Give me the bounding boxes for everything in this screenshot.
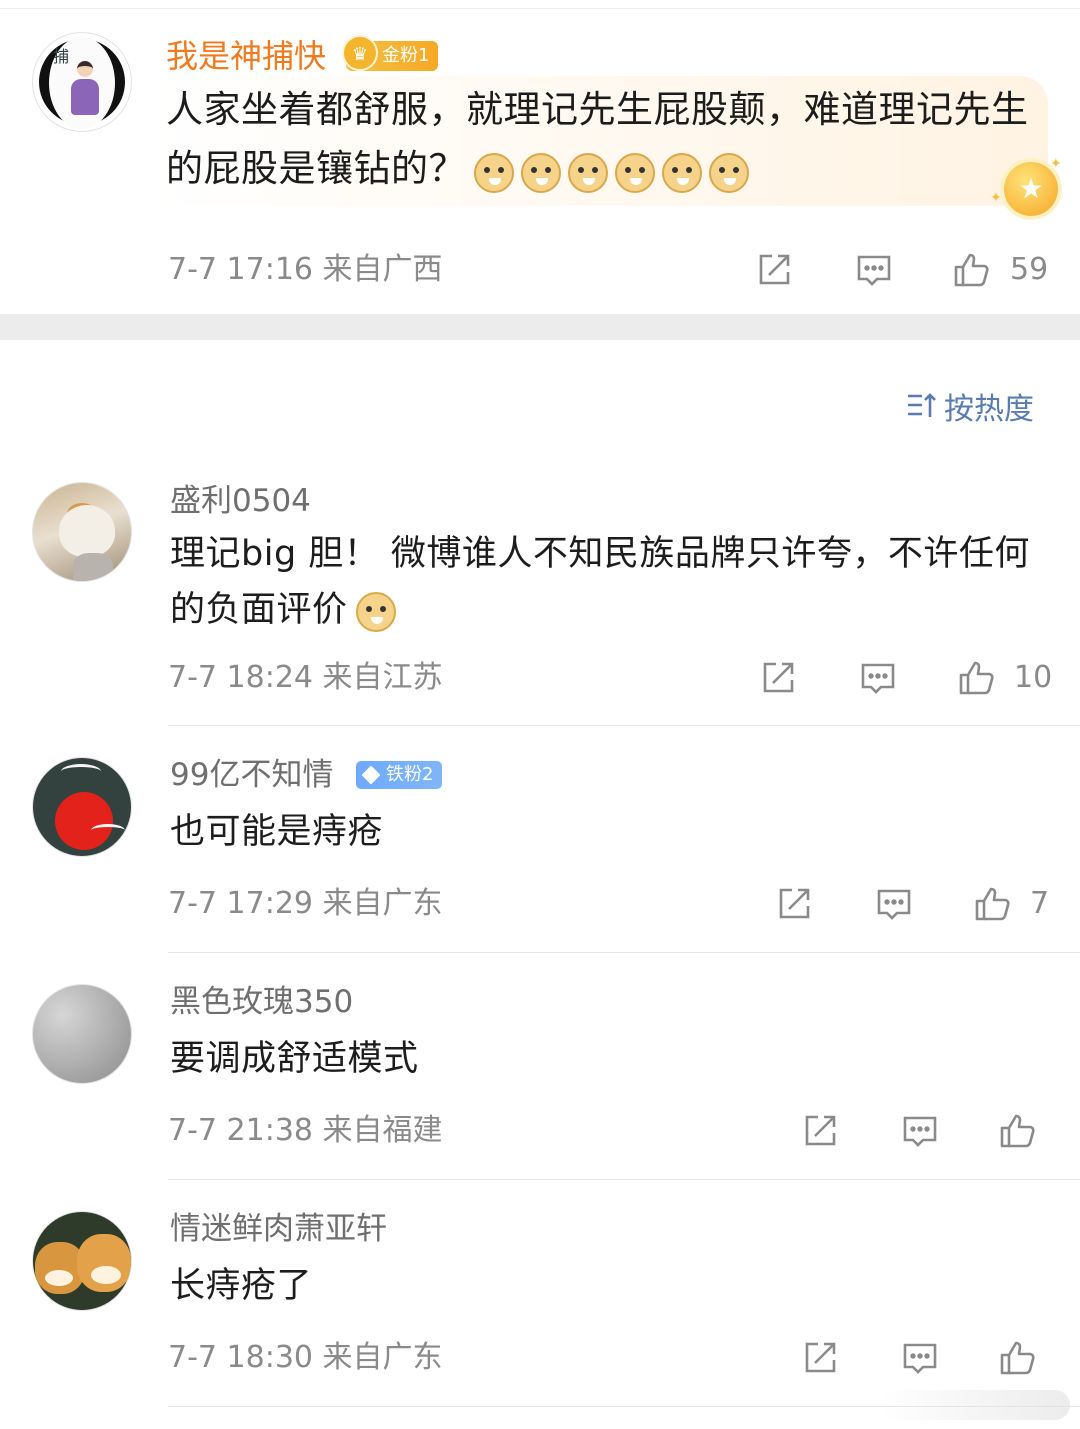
sparkle-icon: ✦ — [990, 190, 1002, 206]
doge-emoji-group — [355, 583, 403, 639]
comment-divider — [168, 1179, 1080, 1180]
watermark-fade — [880, 1390, 1070, 1420]
doge-emoji-icon — [355, 592, 396, 632]
comment-meta: 7-7 18:24 来自江苏 — [168, 658, 443, 698]
like-count: 7 — [1030, 886, 1050, 921]
like-icon[interactable] — [998, 1338, 1038, 1378]
diamond-icon — [361, 765, 381, 785]
comment-meta: 7-7 21:38 来自福建 — [168, 1111, 443, 1151]
comment-divider — [168, 725, 1080, 726]
comment-location: 来自江苏 — [322, 660, 443, 695]
share-icon[interactable] — [800, 1111, 840, 1151]
comment-text: 理记big 胆！ 微博谁人不知民族品牌只许夸，不许任何的负面评价 — [170, 526, 1040, 639]
comment-text: 人家坐着都舒服，就理记先生屁股颠，难道理记先生的屁股是镶钻的？ — [166, 80, 1046, 200]
fan-badge-label: 金粉1 — [382, 45, 430, 66]
avatar[interactable] — [32, 984, 132, 1084]
username[interactable]: 我是神捕快 — [166, 36, 326, 76]
username[interactable]: 黑色玫瑰350 — [170, 982, 353, 1022]
like-count: 59 — [1010, 252, 1049, 287]
comment-location: 来自广东 — [322, 1340, 443, 1375]
sort-button[interactable]: 按热度 — [906, 390, 1034, 431]
comment-time: 7-7 18:30 — [168, 1340, 313, 1375]
like-icon[interactable] — [973, 884, 1013, 924]
comment-location: 来自福建 — [322, 1113, 443, 1148]
doge-emoji-icon — [709, 152, 749, 193]
share-icon[interactable] — [774, 884, 814, 924]
fan-badge[interactable]: ♛ 金粉1 — [342, 35, 438, 71]
doge-emoji-group — [474, 141, 756, 200]
sort-label: 按热度 — [944, 392, 1034, 427]
comment-text: 也可能是痔疮 — [170, 812, 384, 852]
comment-time: 7-7 18:24 — [168, 660, 313, 695]
comment-location: 来自广西 — [322, 252, 443, 287]
comment-location: 来自广东 — [322, 886, 443, 921]
crown-icon: ♛ — [342, 35, 378, 71]
section-separator — [0, 314, 1080, 340]
doge-emoji-icon — [662, 152, 702, 193]
like-icon[interactable] — [957, 658, 997, 698]
doge-emoji-icon — [521, 152, 561, 193]
avatar[interactable] — [32, 1211, 132, 1311]
comment-text-body: 理记big 胆！ 微博谁人不知民族品牌只许夸，不许任何的负面评价 — [170, 534, 1030, 630]
doge-emoji-icon — [615, 152, 655, 193]
username[interactable]: 情迷鲜肉萧亚轩 — [170, 1209, 387, 1249]
comment-time: 7-7 17:16 — [168, 252, 313, 287]
username[interactable]: 盛利0504 — [170, 481, 311, 521]
comment-icon[interactable] — [858, 658, 898, 698]
comment-time: 7-7 21:38 — [168, 1113, 313, 1148]
doge-emoji-icon — [474, 152, 514, 193]
comment-divider — [168, 952, 1080, 953]
comment-icon[interactable] — [854, 250, 894, 290]
featured-comment: 捕 我是神捕快 ♛ 金粉1 人家坐着都舒服，就理记先生屁股颠，难道理记先生的屁股… — [0, 0, 1080, 314]
like-count: 10 — [1014, 660, 1053, 695]
comment-time: 7-7 17:29 — [168, 886, 313, 921]
comment-meta: 7-7 17:29 来自广东 — [168, 884, 443, 924]
share-icon[interactable] — [754, 250, 794, 290]
doge-emoji-icon — [568, 152, 608, 193]
username[interactable]: 99亿不知情 — [170, 755, 333, 795]
comment-meta: 7-7 17:16 来自广西 — [168, 250, 443, 290]
sparkle-icon: ✦ — [1050, 156, 1062, 172]
comment-text: 要调成舒适模式 — [170, 1039, 419, 1079]
comment-icon[interactable] — [900, 1338, 940, 1378]
share-icon[interactable] — [800, 1338, 840, 1378]
avatar[interactable] — [32, 757, 132, 857]
fan-badge[interactable]: 铁粉2 — [356, 761, 442, 789]
fan-badge-label: 铁粉2 — [386, 764, 434, 785]
sort-icon — [906, 390, 938, 431]
like-icon[interactable] — [998, 1111, 1038, 1151]
like-icon[interactable] — [952, 250, 992, 290]
share-icon[interactable] — [758, 658, 798, 698]
avatar[interactable] — [32, 482, 132, 582]
comment-meta: 7-7 18:30 来自广东 — [168, 1338, 443, 1378]
avatar[interactable]: 捕 — [32, 32, 132, 132]
comment-icon[interactable] — [900, 1111, 940, 1151]
comment-text: 长痔疮了 — [170, 1266, 313, 1306]
comment-icon[interactable] — [874, 884, 914, 924]
